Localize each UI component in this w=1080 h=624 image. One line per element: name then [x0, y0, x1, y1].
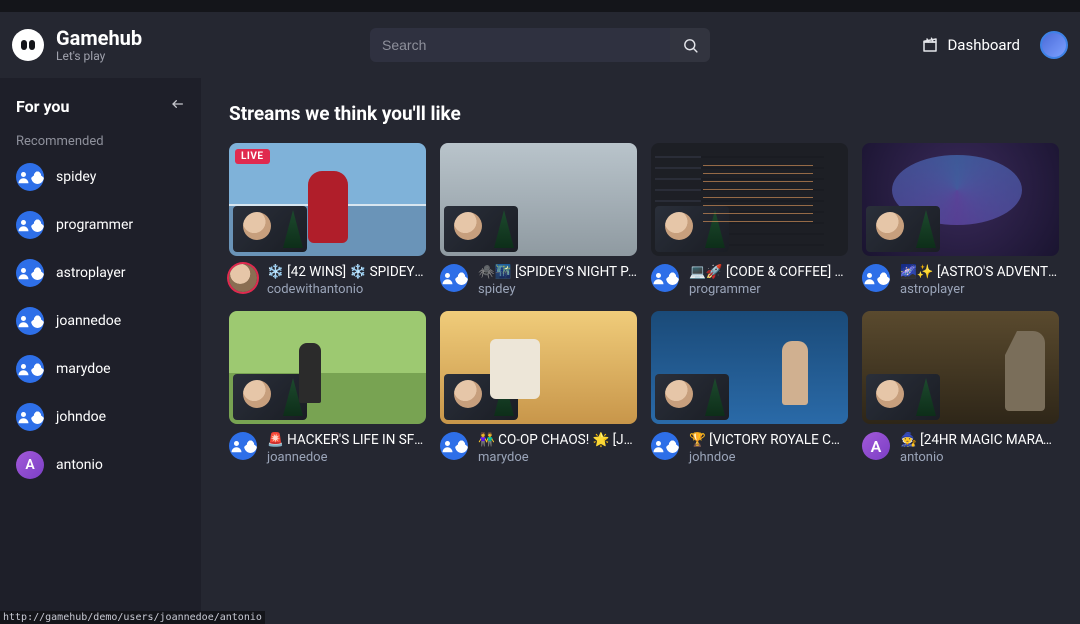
stream-user: programmer — [689, 282, 848, 297]
status-bar-url: http://gamehub/demo/users/joannedoe/anto… — [0, 611, 265, 624]
stream-user: marydoe — [478, 450, 637, 465]
stream-card[interactable]: 💻🚀 [CODE & COFFEE] ☕ ... programmer — [651, 143, 848, 297]
window-top-band — [0, 0, 1080, 12]
dashboard-label: Dashboard — [947, 36, 1020, 54]
stream-user: antonio — [900, 450, 1059, 465]
stream-user: codewithantonio — [267, 282, 426, 297]
stream-user: spidey — [478, 282, 637, 297]
search-button[interactable] — [670, 28, 710, 62]
sidebar-item-johndoe[interactable]: johndoe — [16, 403, 185, 431]
stream-card[interactable]: 🚨 HACKER'S LIFE IN SF! ... joannedoe — [229, 311, 426, 465]
user-avatar[interactable] — [1040, 31, 1068, 59]
webcam-pip — [444, 206, 518, 252]
search-input[interactable] — [370, 28, 670, 62]
webcam-pip — [655, 374, 729, 420]
sidebar-item-label: marydoe — [56, 361, 111, 377]
sidebar-item-spidey[interactable]: spidey — [16, 163, 185, 191]
sidebar-item-label: antonio — [56, 457, 103, 473]
stream-title: 🕷️🌃 [SPIDEY'S NIGHT PA... — [478, 264, 637, 280]
thumbnail — [651, 143, 848, 256]
stream-title: 🚨 HACKER'S LIFE IN SF! ... — [267, 432, 426, 448]
sidebar-item-antonio[interactable]: Aantonio — [16, 451, 185, 479]
avatar — [16, 355, 44, 383]
stream-title: 🏆 [VICTORY ROYALE CH... — [689, 432, 848, 448]
thumbnail — [229, 311, 426, 424]
stream-card[interactable]: LIVE ❄️ [42 WINS] ❄️ SPIDEY S... codewitha… — [229, 143, 426, 297]
sidebar-item-label: astroplayer — [56, 265, 126, 281]
sidebar-item-programmer[interactable]: programmer — [16, 211, 185, 239]
stream-user: astroplayer — [900, 282, 1059, 297]
avatar: A — [16, 451, 44, 479]
stream-avatar — [440, 432, 468, 460]
avatar — [16, 163, 44, 191]
sidebar-item-label: johndoe — [56, 409, 106, 425]
thumbnail — [440, 143, 637, 256]
stream-avatar — [229, 264, 257, 292]
thumbnail — [440, 311, 637, 424]
thumbnail — [862, 311, 1059, 424]
webcam-pip — [233, 374, 307, 420]
brand-logo[interactable]: Gamehub Let's play — [12, 27, 142, 63]
thumbnail — [651, 311, 848, 424]
stream-avatar — [651, 432, 679, 460]
for-you-heading: For you — [16, 97, 69, 116]
stream-card[interactable]: 🏆 [VICTORY ROYALE CH... johndoe — [651, 311, 848, 465]
brand-title: Gamehub — [56, 27, 142, 49]
stream-title: 💻🚀 [CODE & COFFEE] ☕ ... — [689, 264, 848, 280]
avatar — [16, 259, 44, 287]
webcam-pip — [233, 206, 307, 252]
stream-card[interactable]: 🕷️🌃 [SPIDEY'S NIGHT PA... spidey — [440, 143, 637, 297]
stream-avatar — [229, 432, 257, 460]
stream-title: 🧙 [24HR MAGIC MARATH... — [900, 432, 1059, 448]
sidebar-item-marydoe[interactable]: marydoe — [16, 355, 185, 383]
sidebar-item-astroplayer[interactable]: astroplayer — [16, 259, 185, 287]
stream-user: joannedoe — [267, 450, 426, 465]
avatar — [16, 211, 44, 239]
webcam-pip — [444, 374, 518, 420]
dashboard-link[interactable]: Dashboard — [921, 36, 1020, 54]
sidebar-item-label: spidey — [56, 169, 96, 185]
main-content: Streams we think you'll like LIVE ❄️ [42 … — [201, 78, 1080, 624]
live-badge: LIVE — [235, 149, 270, 164]
thumbnail — [862, 143, 1059, 256]
stream-card[interactable]: A 🧙 [24HR MAGIC MARATH... antonio — [862, 311, 1059, 465]
webcam-pip — [866, 374, 940, 420]
brand-subtitle: Let's play — [56, 49, 142, 63]
stream-title: 👫 CO-OP CHAOS! 🌟 [JO... — [478, 432, 637, 448]
stream-title: ❄️ [42 WINS] ❄️ SPIDEY S... — [267, 264, 426, 280]
sidebar-item-label: programmer — [56, 217, 133, 233]
sidebar-item-label: joannedoe — [56, 313, 121, 329]
sidebar: For you Recommended spidey programmer astr… — [0, 78, 201, 624]
avatar — [16, 403, 44, 431]
stream-title: 🌌✨ [ASTRO'S ADVENTU... — [900, 264, 1059, 280]
webcam-pip — [655, 206, 729, 252]
sidebar-item-joannedoe[interactable]: joannedoe — [16, 307, 185, 335]
clapperboard-icon — [921, 36, 939, 54]
stream-avatar — [862, 264, 890, 292]
header: Gamehub Let's play Dashboard — [0, 12, 1080, 78]
ghost-icon — [12, 29, 44, 61]
stream-user: johndoe — [689, 450, 848, 465]
webcam-pip — [866, 206, 940, 252]
stream-avatar: A — [862, 432, 890, 460]
search-icon — [682, 37, 699, 54]
section-title: Streams we think you'll like — [229, 102, 1056, 125]
recommended-label: Recommended — [16, 134, 185, 149]
stream-avatar — [440, 264, 468, 292]
search — [370, 28, 710, 62]
stream-card[interactable]: 👫 CO-OP CHAOS! 🌟 [JO... marydoe — [440, 311, 637, 465]
stream-avatar — [651, 264, 679, 292]
thumbnail: LIVE — [229, 143, 426, 256]
avatar — [16, 307, 44, 335]
stream-card[interactable]: 🌌✨ [ASTRO'S ADVENTU... astroplayer — [862, 143, 1059, 297]
collapse-icon[interactable] — [169, 96, 185, 116]
